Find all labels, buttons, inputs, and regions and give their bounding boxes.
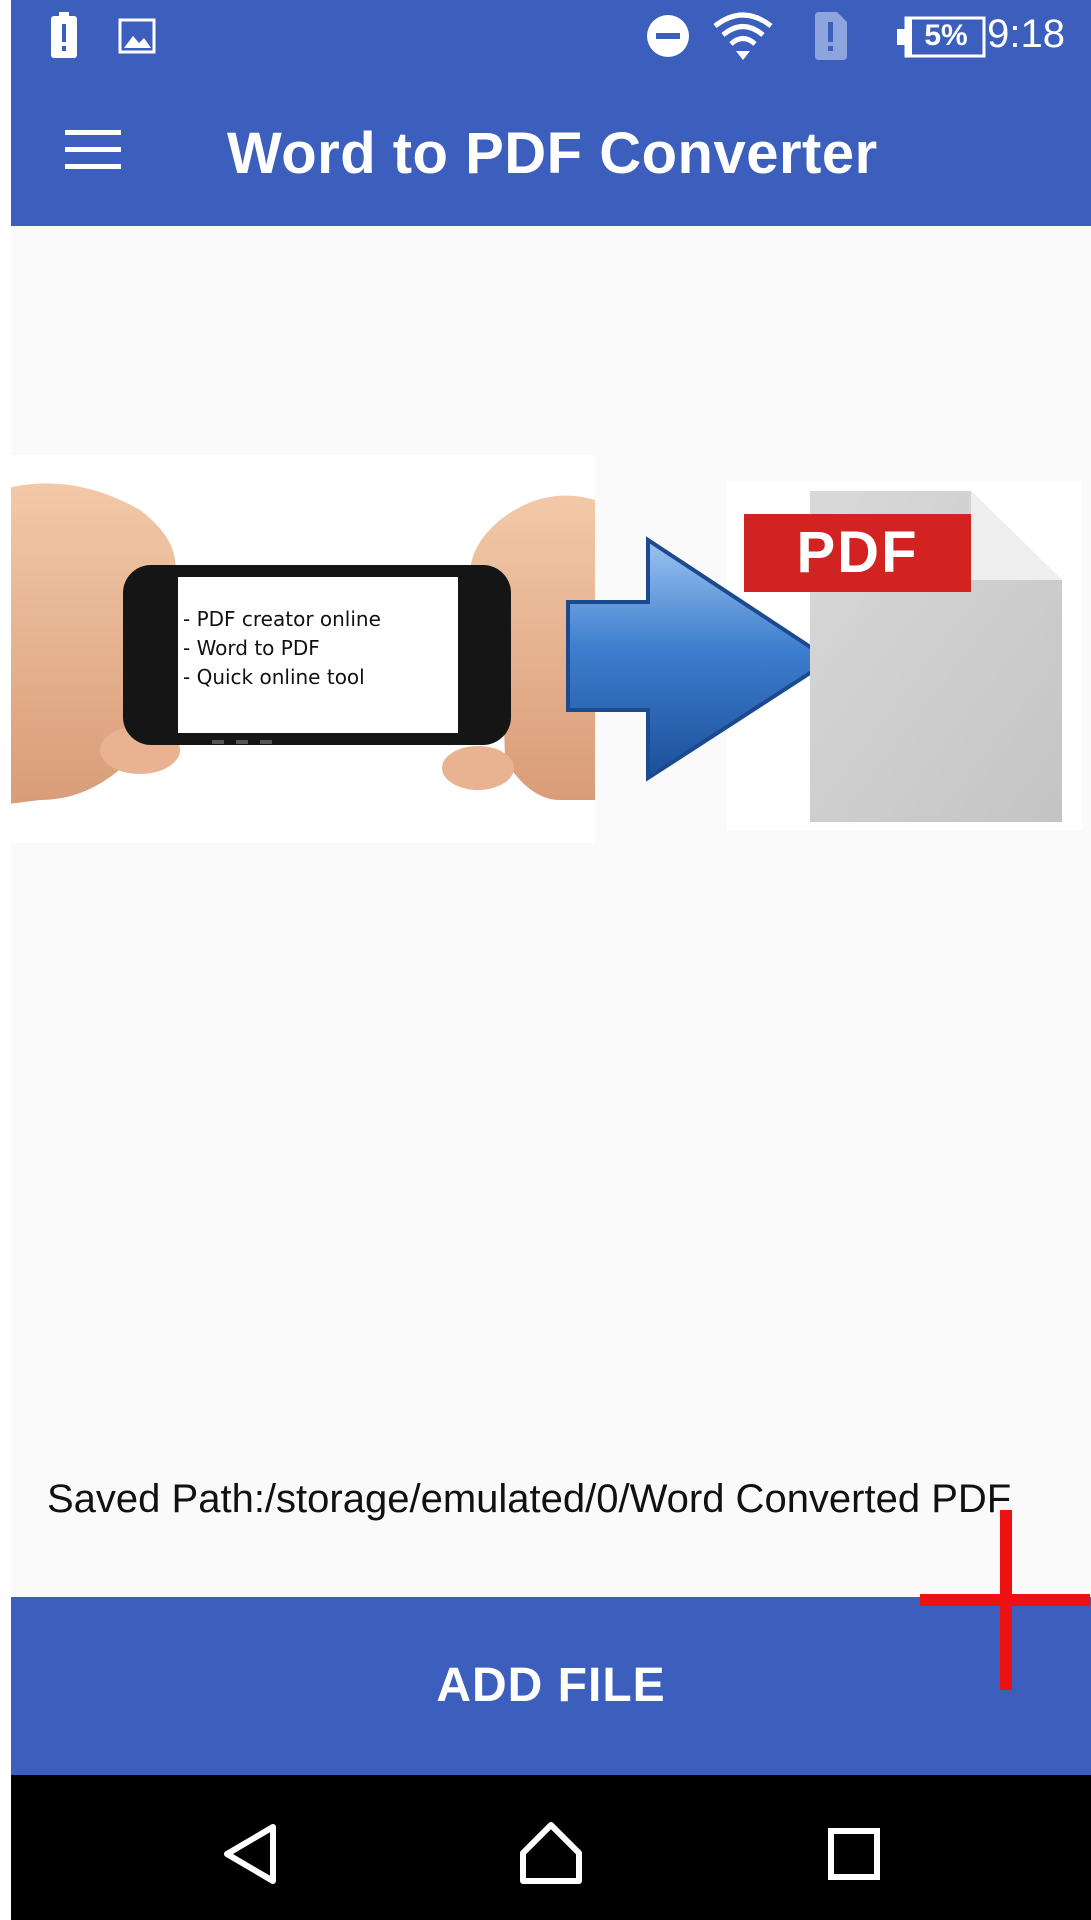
- pdf-label: PDF: [796, 520, 919, 585]
- battery-percent: 5%: [924, 19, 968, 52]
- screen-edge-left: [0, 0, 11, 1920]
- image-notification-icon: [118, 18, 156, 54]
- hamburger-menu-icon[interactable]: [55, 122, 125, 178]
- recents-square-icon[interactable]: [827, 1827, 881, 1881]
- home-icon[interactable]: [519, 1821, 583, 1885]
- phone-screen-line: - Word to PDF: [183, 636, 320, 660]
- phone-screen-text: - PDF creator online - Word to PDF - Qui…: [183, 605, 381, 692]
- app-bar: Word to PDF Converter: [11, 74, 1091, 226]
- app-screen: 5% 9:18 Word to PDF Converter - PDF crea…: [0, 0, 1091, 1920]
- battery-icon: 5%: [897, 16, 987, 58]
- phone-screen-line: - PDF creator online: [183, 607, 381, 631]
- page-title: Word to PDF Converter: [227, 121, 878, 186]
- battery-alert-icon: [51, 12, 77, 58]
- phone-screen-line: - Quick online tool: [183, 665, 365, 689]
- navigation-bar: [11, 1775, 1091, 1920]
- wifi-icon: [713, 12, 773, 60]
- do-not-disturb-icon: [647, 15, 689, 57]
- red-plus-icon: [920, 1510, 1090, 1690]
- back-triangle-icon[interactable]: [221, 1823, 281, 1885]
- status-bar: 5% 9:18: [11, 0, 1091, 74]
- clock-time: 9:18: [987, 12, 1065, 56]
- saved-path-text: Saved Path:/storage/emulated/0/Word Conv…: [47, 1477, 1012, 1521]
- sim-alert-icon: [815, 12, 847, 60]
